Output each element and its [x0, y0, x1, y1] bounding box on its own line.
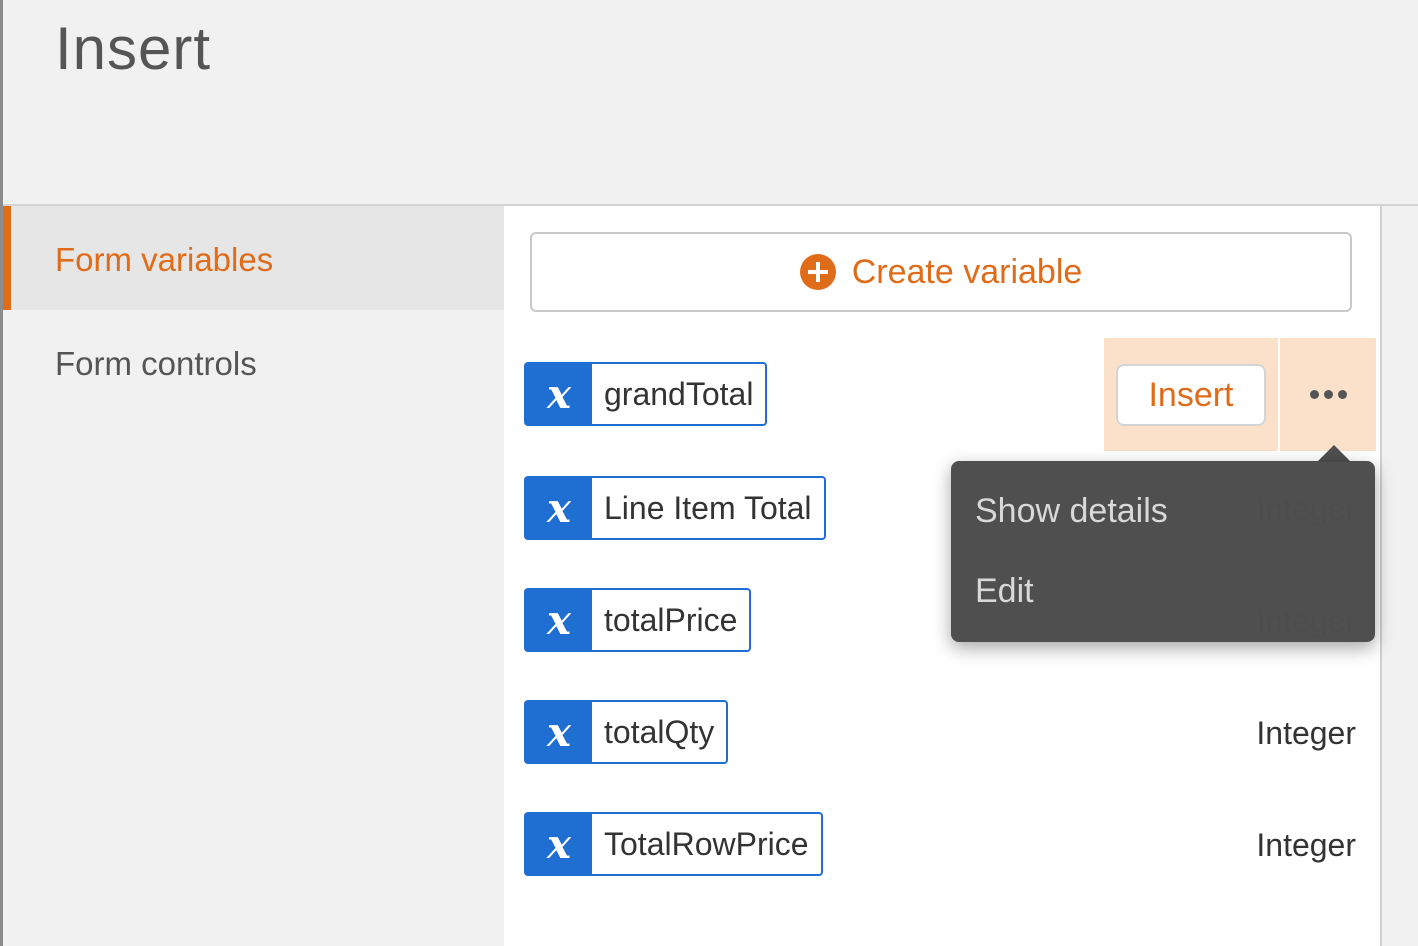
variable-x-icon: x [526, 702, 592, 762]
menu-item-show-details[interactable]: Show details [975, 489, 1168, 533]
variable-name: grandTotal [604, 375, 754, 412]
variable-x-icon: x [526, 814, 592, 874]
sidebar: Form variables Form controls [3, 206, 504, 946]
variable-chip-totalprice[interactable]: x totalPrice [524, 588, 752, 652]
panel-right-border [1380, 206, 1382, 946]
variable-x-icon: x [526, 478, 592, 538]
sidebar-item-form-controls[interactable]: Form controls [3, 310, 504, 414]
sidebar-item-label: Form controls [55, 345, 257, 382]
variable-chip-line-item-total[interactable]: x Line Item Total [524, 476, 826, 540]
variable-x-icon: x [526, 364, 592, 424]
create-variable-button[interactable]: Create variable [530, 232, 1352, 312]
variable-name: totalPrice [604, 601, 738, 638]
variable-type: Integer [1256, 827, 1356, 863]
variable-type: Integer [1256, 715, 1356, 751]
sidebar-item-label: Form variables [55, 241, 274, 278]
variable-chip-grandtotal[interactable]: x grandTotal [524, 362, 768, 426]
more-options-menu: Show details Edit [951, 461, 1375, 642]
menu-item-edit[interactable]: Edit [975, 569, 1034, 613]
plus-circle-icon [799, 254, 836, 290]
sidebar-item-form-variables[interactable]: Form variables [3, 206, 504, 310]
variable-chip-totalqty[interactable]: x totalQty [524, 700, 729, 764]
variable-x-icon: x [526, 590, 592, 650]
insert-button[interactable]: Insert [1116, 364, 1266, 426]
variable-name: TotalRowPrice [604, 825, 809, 862]
variable-chip-totalrowprice[interactable]: x TotalRowPrice [524, 812, 823, 876]
create-variable-label: Create variable [851, 252, 1083, 291]
variable-name: Line Item Total [604, 489, 812, 526]
more-options-button[interactable] [1280, 338, 1376, 451]
variable-name: totalQty [604, 713, 715, 750]
dropdown-arrow [1317, 445, 1351, 462]
more-horizontal-icon [1309, 390, 1347, 399]
page-title: Insert [55, 15, 212, 82]
